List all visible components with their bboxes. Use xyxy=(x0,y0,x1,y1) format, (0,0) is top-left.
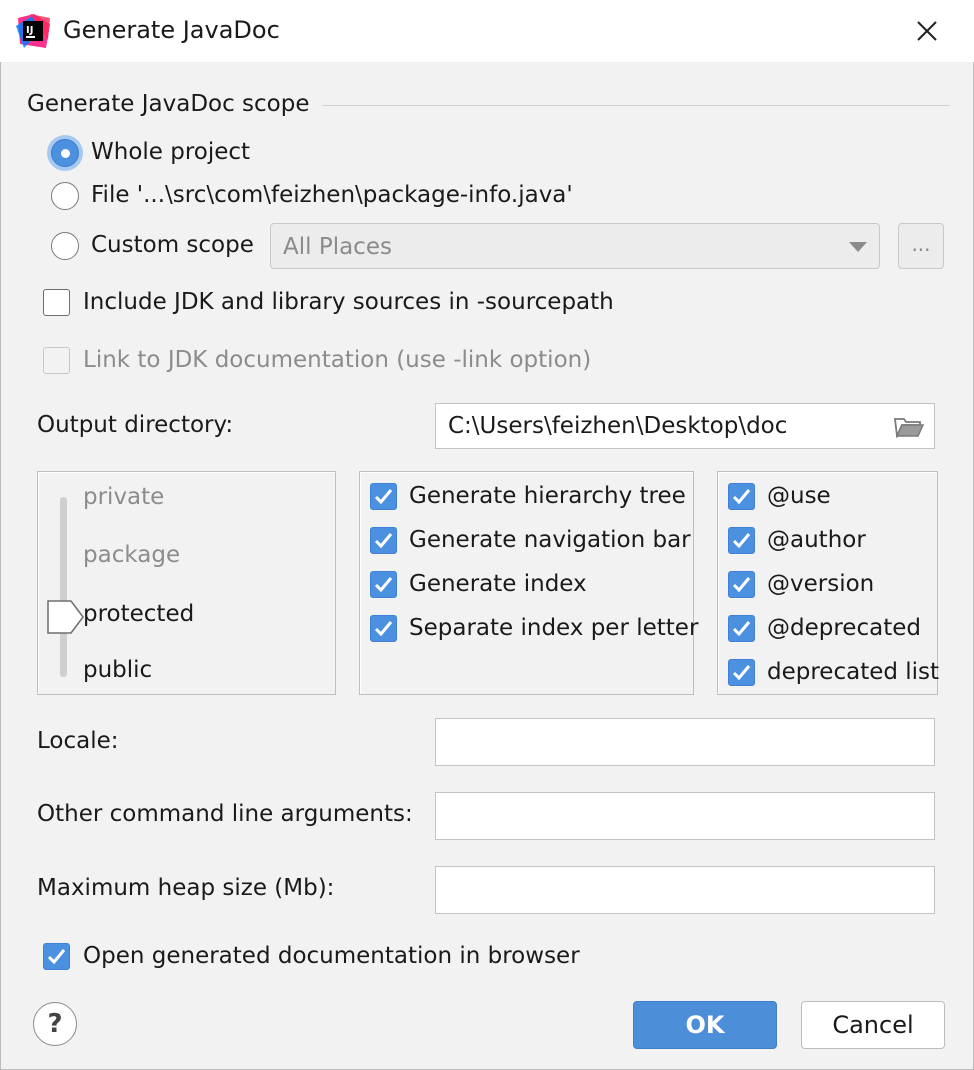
ok-button[interactable]: OK xyxy=(633,1001,777,1049)
tag-author-checkbox[interactable] xyxy=(728,527,755,554)
folder-icon[interactable] xyxy=(893,416,925,444)
visibility-private[interactable]: private xyxy=(83,484,164,510)
tag-use-checkbox[interactable] xyxy=(728,483,755,510)
tag-deprecated-checkbox[interactable] xyxy=(728,615,755,642)
tag-deprecated-list-label[interactable]: deprecated list xyxy=(767,659,939,685)
include-jdk-label[interactable]: Include JDK and library sources in -sour… xyxy=(83,289,614,315)
tag-version-label[interactable]: @version xyxy=(767,571,874,597)
generate-index-label[interactable]: Generate index xyxy=(409,571,587,597)
browse-scope-button[interactable]: ... xyxy=(898,223,944,269)
close-icon[interactable] xyxy=(912,14,942,48)
visibility-package[interactable]: package xyxy=(83,542,180,568)
radio-custom-scope[interactable] xyxy=(51,232,79,260)
generate-navbar-label[interactable]: Generate navigation bar xyxy=(409,527,691,553)
separate-index-label[interactable]: Separate index per letter xyxy=(409,615,698,641)
visibility-panel xyxy=(37,471,336,695)
title-bar: IJ Generate JavaDoc xyxy=(0,0,974,62)
include-jdk-checkbox[interactable] xyxy=(43,289,70,316)
visibility-protected[interactable]: protected xyxy=(83,601,194,627)
visibility-public[interactable]: public xyxy=(83,657,152,683)
radio-whole-project[interactable] xyxy=(51,139,79,167)
custom-scope-dropdown[interactable]: All Places xyxy=(270,223,880,269)
svg-text:IJ: IJ xyxy=(26,25,33,36)
locale-label: Locale: xyxy=(37,728,119,754)
open-browser-label[interactable]: Open generated documentation in browser xyxy=(83,943,580,969)
radio-file[interactable] xyxy=(51,182,79,210)
open-browser-checkbox[interactable] xyxy=(43,943,70,970)
tag-author-label[interactable]: @author xyxy=(767,527,866,553)
radio-custom-scope-label[interactable]: Custom scope xyxy=(91,232,254,258)
custom-scope-value: All Places xyxy=(283,234,392,260)
dialog-title: Generate JavaDoc xyxy=(63,16,280,44)
other-args-field[interactable] xyxy=(435,792,935,840)
visibility-slider-track[interactable] xyxy=(60,497,67,677)
help-button[interactable]: ? xyxy=(33,1002,77,1046)
generate-hierarchy-checkbox[interactable] xyxy=(370,483,397,510)
output-directory-label: Output directory: xyxy=(37,412,234,438)
visibility-slider-thumb[interactable] xyxy=(47,599,85,641)
other-args-label: Other command line arguments: xyxy=(37,801,413,827)
chevron-down-icon xyxy=(849,242,867,252)
heap-size-field[interactable] xyxy=(435,866,935,914)
link-jdk-label: Link to JDK documentation (use -link opt… xyxy=(83,347,592,373)
intellij-icon: IJ xyxy=(16,14,50,48)
generate-index-checkbox[interactable] xyxy=(370,571,397,598)
generate-navbar-checkbox[interactable] xyxy=(370,527,397,554)
tag-version-checkbox[interactable] xyxy=(728,571,755,598)
link-jdk-checkbox[interactable] xyxy=(43,347,70,374)
separate-index-checkbox[interactable] xyxy=(370,615,397,642)
tag-use-label[interactable]: @use xyxy=(767,483,831,509)
section-divider xyxy=(322,105,950,106)
scope-section-title: Generate JavaDoc scope xyxy=(27,91,310,117)
output-directory-field[interactable]: C:\Users\feizhen\Desktop\doc xyxy=(435,403,935,449)
heap-size-label: Maximum heap size (Mb): xyxy=(37,875,335,901)
output-directory-value: C:\Users\feizhen\Desktop\doc xyxy=(448,413,788,439)
generate-hierarchy-label[interactable]: Generate hierarchy tree xyxy=(409,483,686,509)
radio-whole-project-label[interactable]: Whole project xyxy=(91,139,250,165)
locale-field[interactable] xyxy=(435,718,935,766)
tag-deprecated-label[interactable]: @deprecated xyxy=(767,615,921,641)
tag-deprecated-list-checkbox[interactable] xyxy=(728,659,755,686)
radio-file-label[interactable]: File '...\src\com\feizhen\package-info.j… xyxy=(91,182,573,208)
cancel-button[interactable]: Cancel xyxy=(801,1001,945,1049)
